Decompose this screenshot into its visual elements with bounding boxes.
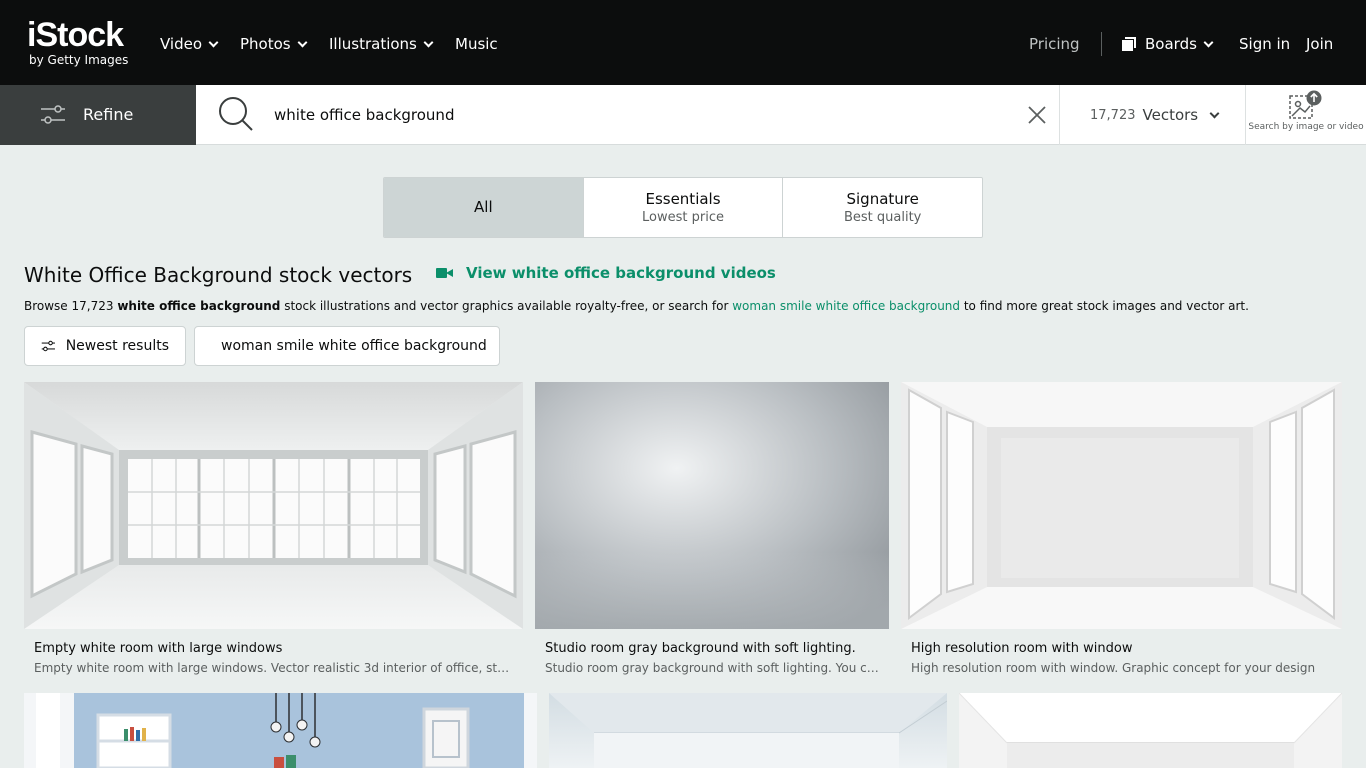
view-videos-link-text: View white office background videos: [466, 264, 776, 282]
result-card[interactable]: Studio room gray background with soft li…: [535, 382, 889, 682]
search-by-image-button[interactable]: Search by image or video: [1246, 85, 1366, 145]
browse-suffix: to find more great stock images and vect…: [960, 299, 1249, 313]
refine-button[interactable]: Refine: [0, 85, 196, 145]
result-card[interactable]: [24, 693, 537, 768]
search-bar: Refine 17,723 Vectors Search by image or…: [0, 85, 1366, 145]
nav-illustrations[interactable]: Illustrations: [329, 33, 434, 55]
istock-logo[interactable]: iStock by Getty Images: [27, 17, 139, 69]
result-count: 17,723: [1090, 107, 1136, 123]
result-card[interactable]: [549, 693, 947, 768]
result-description: Studio room gray background with soft li…: [545, 661, 881, 675]
gray-studio-illustration: [535, 382, 889, 629]
tab-signature-title: Signature: [846, 189, 919, 208]
result-image[interactable]: [901, 382, 1342, 629]
tab-signature[interactable]: Signature Best quality: [783, 178, 982, 237]
image-upload-icon: [1289, 90, 1322, 119]
white-room-illustration: [959, 693, 1342, 768]
search-input[interactable]: [264, 100, 1004, 130]
browse-middle: stock illustrations and vector graphics …: [280, 299, 733, 313]
newest-results-button[interactable]: Newest results: [24, 326, 186, 366]
result-image[interactable]: [24, 382, 523, 629]
result-image[interactable]: [549, 693, 947, 768]
nav-photos[interactable]: Photos: [240, 33, 308, 55]
license-tabs: All Essentials Lowest price Signature Be…: [383, 177, 983, 238]
result-title: High resolution room with window: [911, 641, 1133, 656]
suggested-search-chip[interactable]: woman smile white office background: [194, 326, 500, 366]
result-description: High resolution room with window. Graphi…: [911, 661, 1316, 675]
search-by-image-label: Search by image or video: [1248, 122, 1364, 132]
nav-photos-label: Photos: [240, 35, 291, 53]
nav-music-label: Music: [455, 35, 498, 53]
tab-essentials-title: Essentials: [645, 189, 721, 208]
nav-video[interactable]: Video: [160, 33, 219, 55]
result-title: Empty white room with large windows: [34, 641, 283, 656]
empty-room-illustration: [549, 693, 947, 768]
close-icon[interactable]: [1026, 104, 1048, 126]
nav-sign-in[interactable]: Sign in: [1239, 33, 1290, 55]
result-image[interactable]: [535, 382, 889, 629]
asset-type-select[interactable]: 17,723 Vectors: [1060, 85, 1245, 145]
chevron-down-icon: [297, 37, 308, 47]
nav-join[interactable]: Join: [1306, 33, 1333, 55]
tab-all[interactable]: All: [384, 178, 584, 237]
result-image[interactable]: [24, 693, 537, 768]
asset-type-label: Vectors: [1142, 106, 1199, 124]
nav-video-label: Video: [160, 35, 203, 53]
chevron-down-icon: [1203, 37, 1214, 47]
nav-music[interactable]: Music: [455, 33, 498, 55]
result-description: Empty white room with large windows. Vec…: [34, 661, 514, 675]
browse-description: Browse 17,723 white office background st…: [24, 298, 1249, 314]
result-image[interactable]: [959, 693, 1342, 768]
white-room-illustration: [901, 382, 1342, 629]
nav-boards-label: Boards: [1145, 35, 1197, 53]
logo-tagline: by Getty Images: [29, 53, 129, 67]
room-illustration: [24, 382, 523, 629]
view-videos-link[interactable]: View white office background videos: [436, 264, 776, 282]
tab-essentials[interactable]: Essentials Lowest price: [583, 178, 784, 237]
result-title: Studio room gray background with soft li…: [545, 641, 856, 656]
boards-icon: [1122, 37, 1136, 51]
chevron-down-icon: [1209, 108, 1220, 118]
related-search-link[interactable]: woman smile white office background: [732, 299, 960, 313]
chevron-down-icon: [423, 37, 434, 47]
tab-essentials-subtitle: Lowest price: [642, 209, 724, 225]
result-card[interactable]: Empty white room with large windows Empt…: [24, 382, 523, 682]
nav-divider: [1101, 32, 1102, 56]
chevron-down-icon: [208, 37, 219, 47]
logo-wordmark: iStock: [27, 16, 124, 54]
video-camera-icon: [436, 267, 453, 279]
top-navigation: iStock by Getty Images Video Photos Illu…: [0, 0, 1366, 85]
tab-all-title: All: [474, 198, 493, 216]
page-title: White Office Background stock vectors: [24, 263, 413, 287]
nav-boards[interactable]: Boards: [1122, 33, 1214, 55]
suggested-search-label: woman smile white office background: [221, 338, 487, 354]
search-icon: [219, 97, 253, 131]
nav-pricing[interactable]: Pricing: [1029, 33, 1080, 55]
tab-signature-subtitle: Best quality: [843, 209, 922, 225]
refine-label: Refine: [83, 105, 134, 124]
sliders-icon: [41, 105, 65, 124]
result-card[interactable]: [959, 693, 1342, 768]
result-card[interactable]: High resolution room with window High re…: [901, 382, 1342, 682]
office-interior-illustration: [24, 693, 537, 768]
nav-illustrations-label: Illustrations: [329, 35, 417, 53]
newest-results-label: Newest results: [65, 338, 169, 354]
sliders-icon: [41, 340, 55, 352]
browse-query: white office background: [117, 299, 281, 313]
browse-prefix: Browse 17,723: [24, 299, 118, 313]
